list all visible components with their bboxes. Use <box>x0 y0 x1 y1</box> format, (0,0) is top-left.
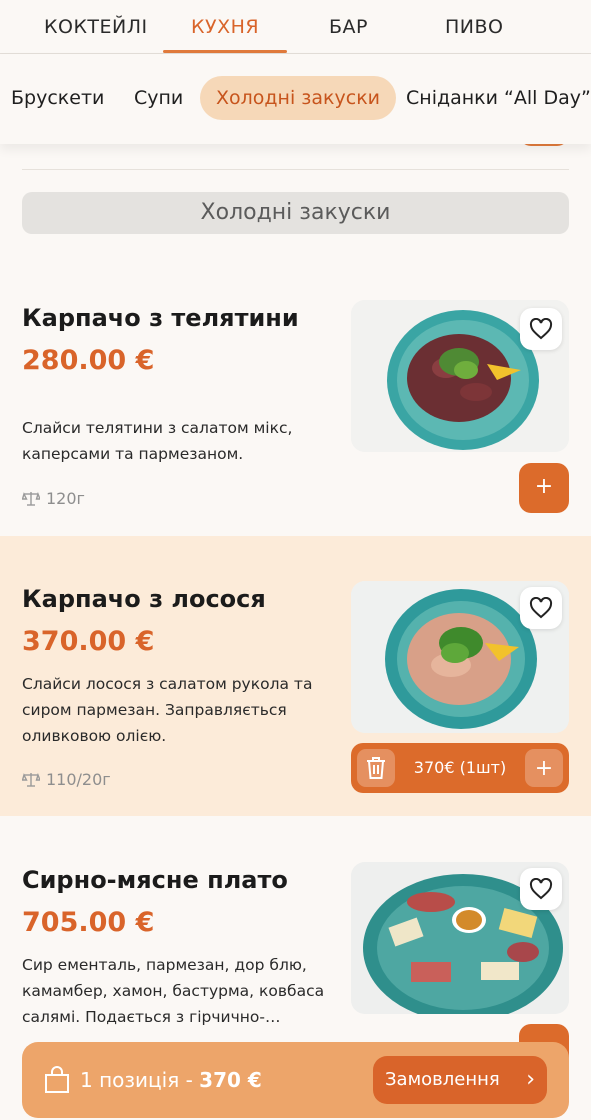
cart-quantity-control: 370€ (1шт) + <box>351 743 569 793</box>
tab-kitchen[interactable]: КУХНЯ <box>191 16 259 38</box>
item-description: Сир ементаль, пармезан, дор блю, камамбе… <box>22 956 325 1026</box>
item-title: Сирно-мясне плато <box>22 866 288 894</box>
item-weight: 120г <box>22 489 85 508</box>
category-breakfast[interactable]: Сніданки “All Day” <box>406 76 591 120</box>
chevron-right-icon: › <box>526 1067 535 1092</box>
category-soups[interactable]: Супи <box>134 76 183 120</box>
active-tab-indicator <box>163 50 287 53</box>
item-description: Слайси лосося з салатом рукола та сиром … <box>22 675 313 745</box>
item-title: Карпачо з телятини <box>22 304 299 332</box>
menu-item: Сирно-мясне плато 705.00 € Сир ементаль,… <box>0 817 591 1074</box>
heart-icon <box>529 878 553 900</box>
top-tabs: КОКТЕЙЛІ КУХНЯ БАР ПИВО <box>0 0 591 54</box>
category-bruschetta[interactable]: Брускети <box>11 76 104 120</box>
menu-item: Карпачо з телятини 280.00 € Слайси телят… <box>0 260 591 535</box>
scale-icon <box>22 491 40 506</box>
add-to-cart-button[interactable]: + <box>519 463 569 513</box>
heart-icon <box>529 318 553 340</box>
heart-icon <box>529 597 553 619</box>
checkout-label: Замовлення <box>385 1069 500 1090</box>
category-bar: Брускети Супи Холодні закуски Сніданки “… <box>0 54 591 144</box>
item-price: 705.00 € <box>22 907 155 938</box>
order-summary: 1 позиція - 370 € <box>80 1042 262 1118</box>
menu-item: Карпачо з лосося 370.00 € Слайси лосося … <box>0 536 591 816</box>
category-cold-appetizers[interactable]: Холодні закуски <box>200 76 397 120</box>
trash-icon <box>367 757 385 779</box>
scale-icon <box>22 772 40 787</box>
order-count: 1 позиція - <box>80 1068 200 1092</box>
favorite-button[interactable] <box>520 868 562 910</box>
weight-value: 110/20г <box>46 770 111 789</box>
item-price: 280.00 € <box>22 345 155 376</box>
favorite-button[interactable] <box>520 308 562 350</box>
tab-bar[interactable]: БАР <box>329 16 368 38</box>
tab-beer[interactable]: ПИВО <box>445 16 504 38</box>
tab-cocktails[interactable]: КОКТЕЙЛІ <box>44 16 148 38</box>
item-weight: 110/20г <box>22 770 111 789</box>
remove-from-cart-button[interactable] <box>357 749 395 787</box>
item-description: Слайси телятини з салатом мікс, каперсам… <box>22 419 293 463</box>
shopping-bag-icon <box>45 1066 69 1093</box>
section-title: Холодні закуски <box>22 192 569 234</box>
increase-quantity-button[interactable]: + <box>525 749 563 787</box>
divider <box>22 169 569 170</box>
item-title: Карпачо з лосося <box>22 585 266 613</box>
checkout-button[interactable]: Замовлення › <box>373 1056 547 1104</box>
cart-quantity-text: 370€ (1шт) <box>413 758 507 777</box>
weight-value: 120г <box>46 489 85 508</box>
item-price: 370.00 € <box>22 626 155 657</box>
order-total: 370 € <box>199 1068 262 1092</box>
order-bar[interactable]: 1 позиція - 370 € Замовлення › <box>22 1042 569 1118</box>
favorite-button[interactable] <box>520 587 562 629</box>
